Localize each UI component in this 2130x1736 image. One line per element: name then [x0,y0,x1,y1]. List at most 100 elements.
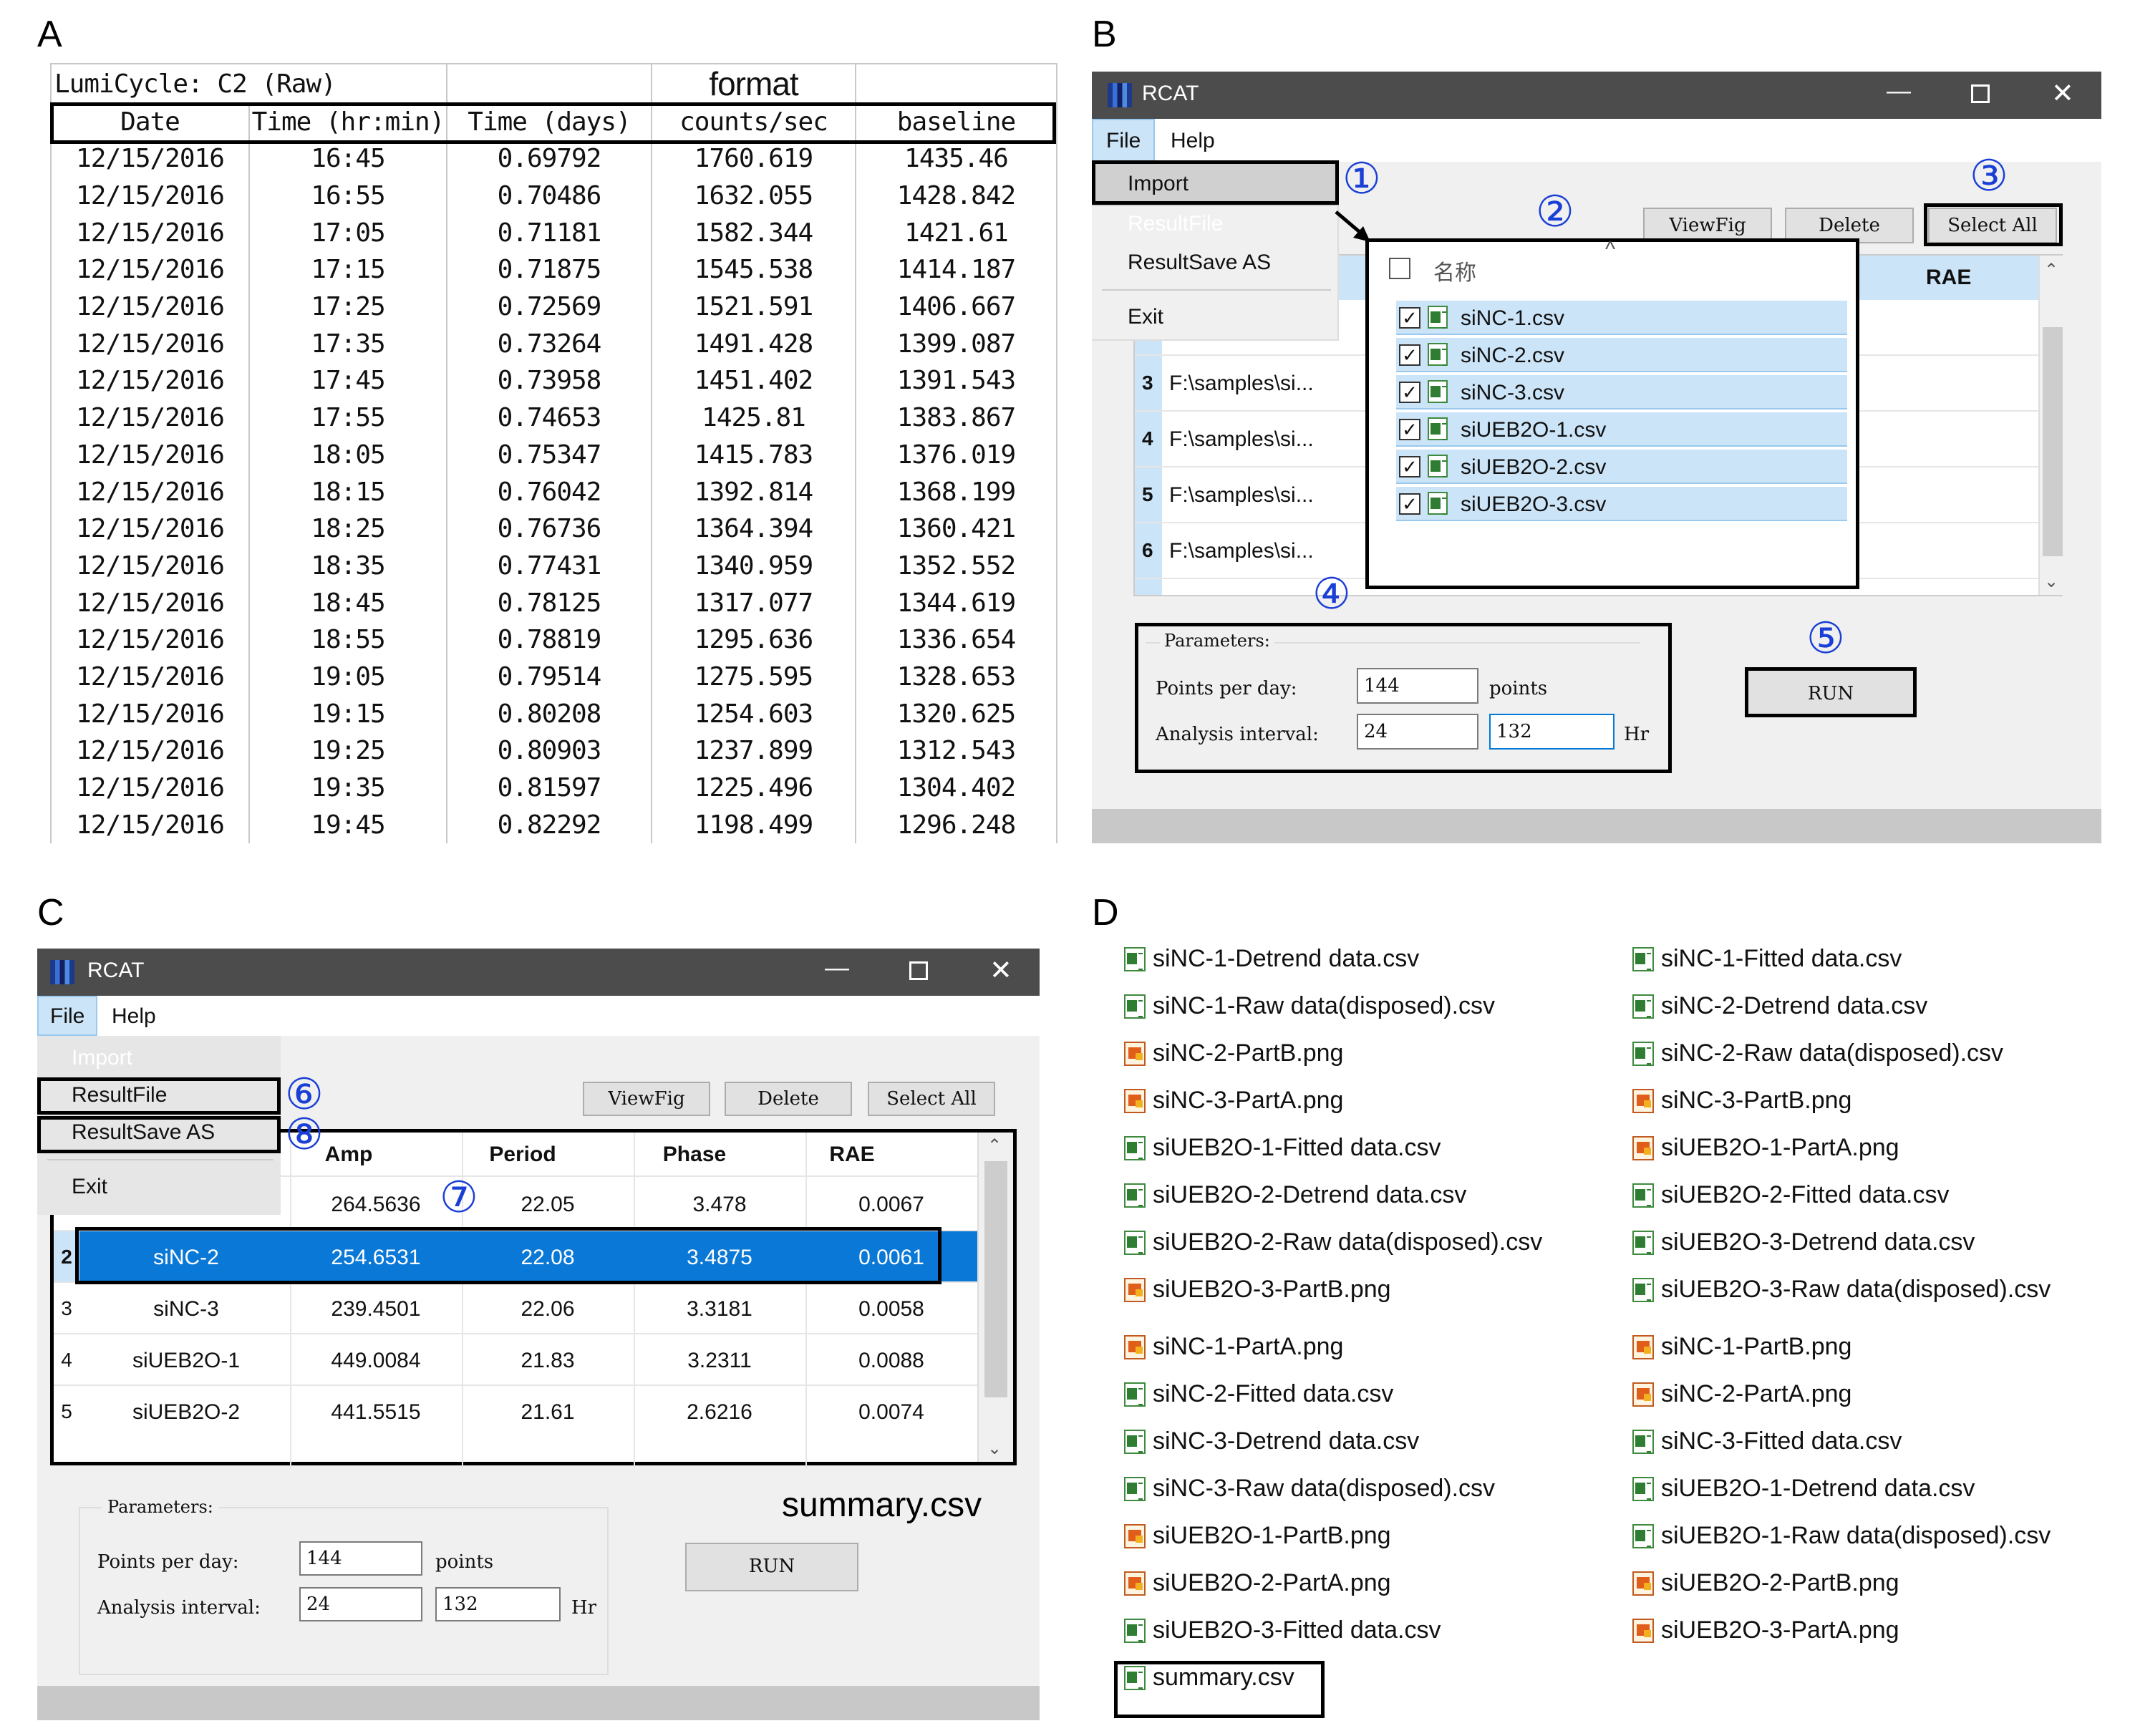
menu-help[interactable]: Help [1171,129,1215,153]
phase-cell: 3.2311 [687,1349,752,1372]
file-item[interactable]: siUEB2O-3-PartA.png [1632,1616,1899,1644]
table-row[interactable]: 4 siUEB2O-1 449.0084 21.83 3.2311 0.0088 [54,1333,977,1385]
file-item[interactable]: siNC-2-Raw data(disposed).csv [1632,1039,2003,1067]
file-item[interactable]: siUEB2O-3-Raw data(disposed).csv [1632,1276,2051,1304]
scrollbar-thumb[interactable] [984,1161,1007,1397]
points-per-day-input[interactable]: 144 [1357,668,1478,704]
close-icon[interactable]: ✕ [2051,80,2074,107]
close-icon[interactable]: ✕ [989,957,1012,984]
file-item[interactable]: siNC-1-Detrend data.csv [1124,945,1419,973]
file-item[interactable]: siNC-1-PartA.png [1124,1333,1343,1361]
table-cell: 18:45 [248,584,447,621]
file-item[interactable]: siUEB2O-1-Fitted data.csv [1124,1134,1441,1162]
file-item[interactable]: siNC-2-PartA.png [1632,1380,1851,1408]
csv-file-icon [1632,1429,1654,1454]
maximize-icon[interactable] [1971,84,1990,103]
minimize-icon[interactable]: — [825,956,849,980]
file-item[interactable]: siNC-1-Fitted data.csv [1632,945,1902,973]
file-item[interactable]: siUEB2O-2-Fitted data.csv [1632,1181,1949,1209]
menu-file[interactable]: File [50,1004,84,1029]
file-item[interactable]: siNC-3-Detrend data.csv [1124,1427,1419,1455]
amp-cell: 239.4501 [331,1297,421,1321]
table-cell: 12/15/2016 [50,325,250,363]
dialog-file-item[interactable]: ✓ siNC-3.csv [1396,375,1847,409]
file-checkbox[interactable]: ✓ [1399,456,1420,477]
select-all-checkbox[interactable] [1389,258,1410,279]
dialog-file-item[interactable]: ✓ siUEB2O-3.csv [1396,487,1847,521]
file-item[interactable]: siNC-3-Raw data(disposed).csv [1124,1475,1495,1503]
file-checkbox[interactable]: ✓ [1399,307,1420,329]
file-item[interactable]: siUEB2O-2-PartB.png [1632,1569,1899,1597]
file-item[interactable]: siUEB2O-1-Detrend data.csv [1632,1475,1975,1503]
menu-result-save-as[interactable]: ResultSave AS [1128,251,1271,275]
table-cell: 0.75347 [446,436,652,474]
table-cell: 0.69792 [446,140,652,178]
file-name: siUEB2O-2-Detrend data.csv [1153,1181,1467,1208]
table-row: 12/15/2016 18:15 0.76042 1392.814 1368.199 [50,473,1057,510]
dialog-file-item[interactable]: ✓ siUEB2O-1.csv [1396,412,1847,447]
table-scrollbar[interactable]: ⌃ ⌄ [977,1133,1013,1462]
dialog-file-item[interactable]: ✓ siUEB2O-2.csv [1396,450,1847,484]
run-button[interactable]: RUN [685,1543,858,1591]
table-row: 12/15/2016 16:55 0.70486 1632.055 1428.842 [50,177,1057,215]
file-item[interactable]: siUEB2O-2-PartA.png [1124,1569,1391,1597]
table-cell: 12/15/2016 [50,621,250,659]
file-item[interactable]: siNC-2-Detrend data.csv [1632,992,1927,1020]
sheet-title: LumiCycle: C2 (Raw) [54,69,337,99]
menu-exit[interactable]: Exit [1128,305,1163,329]
menu-exit[interactable]: Exit [72,1175,107,1199]
minimize-icon[interactable]: — [1887,79,1911,103]
file-checkbox[interactable]: ✓ [1399,493,1420,515]
run-button[interactable]: RUN [1745,667,1917,717]
scrollbar-thumb[interactable] [2043,327,2063,556]
phase-cell: 2.6216 [687,1400,752,1424]
menu-help[interactable]: Help [112,1004,156,1029]
file-item[interactable]: siUEB2O-3-Detrend data.csv [1632,1228,1975,1256]
table-row[interactable]: 5 siUEB2O-2 441.5515 21.61 2.6216 0.0074 [54,1385,977,1436]
file-item[interactable]: siNC-1-Raw data(disposed).csv [1124,992,1495,1020]
file-item[interactable]: siNC-3-PartB.png [1632,1087,1851,1115]
file-checkbox[interactable]: ✓ [1399,419,1420,440]
file-item[interactable]: siUEB2O-1-Raw data(disposed).csv [1632,1522,2051,1550]
file-name: siUEB2O-2-Fitted data.csv [1661,1181,1950,1208]
file-item[interactable]: siUEB2O-2-Raw data(disposed).csv [1124,1228,1542,1256]
file-item[interactable]: siUEB2O-1-PartB.png [1124,1522,1391,1550]
maximize-icon[interactable] [909,961,928,980]
file-item[interactable]: siNC-1-PartB.png [1632,1333,1851,1361]
menu-import[interactable]: Import [72,1046,132,1070]
interval-start-input[interactable]: 24 [299,1587,422,1621]
dialog-file-item[interactable]: ✓ siNC-2.csv [1396,338,1847,372]
view-fig-button[interactable]: ViewFig [583,1082,710,1116]
table-cell: 12/15/2016 [50,362,250,399]
png-file-icon [1632,1334,1654,1359]
table-cell: 1391.543 [855,362,1057,399]
table-scrollbar[interactable]: ⌃ ⌄ [2038,256,2064,595]
file-checkbox[interactable]: ✓ [1399,344,1420,366]
sample-name-cell: siUEB2O-1 [132,1349,241,1372]
delete-button[interactable]: Delete [725,1082,852,1116]
file-name: siNC-2-PartA.png [1661,1380,1852,1407]
file-item[interactable]: siUEB2O-2-Detrend data.csv [1124,1181,1466,1209]
dialog-file-item[interactable]: ✓ siNC-1.csv [1396,301,1847,335]
table-row[interactable]: 3 siNC-3 239.4501 22.06 3.3181 0.0058 [54,1281,977,1333]
selected-row-highlight-box [75,1227,941,1284]
file-item[interactable]: siUEB2O-3-Fitted data.csv [1124,1616,1441,1644]
file-item[interactable]: siUEB2O-1-PartA.png [1632,1134,1899,1162]
png-file-icon [1124,1334,1146,1359]
points-per-day-input[interactable]: 144 [299,1541,422,1576]
column-header: Period [489,1143,556,1166]
interval-end-input[interactable]: 132 [1489,714,1615,750]
interval-start-input[interactable]: 24 [1357,714,1478,750]
row-number: 5 [61,1400,72,1422]
file-checkbox[interactable]: ✓ [1399,382,1420,403]
menu-result-file[interactable]: ResultFile [1128,212,1223,236]
file-item[interactable]: siNC-2-PartB.png [1124,1039,1343,1067]
table-cell: 16:55 [248,177,447,215]
file-item[interactable]: siNC-2-Fitted data.csv [1124,1380,1393,1408]
file-item[interactable]: siNC-3-PartA.png [1124,1087,1343,1115]
file-item[interactable]: siNC-3-Fitted data.csv [1632,1427,1902,1455]
select-all-button[interactable]: Select All [868,1082,995,1116]
file-item[interactable]: siUEB2O-3-PartB.png [1124,1276,1391,1304]
menu-file[interactable]: File [1106,129,1141,153]
interval-end-input[interactable]: 132 [435,1587,561,1621]
